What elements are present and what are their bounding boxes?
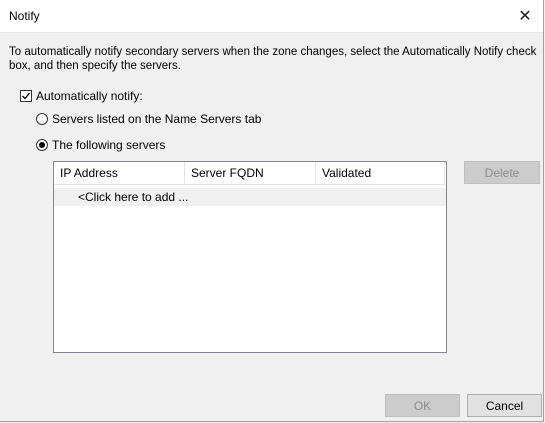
auto-notify-checkbox[interactable] xyxy=(20,90,32,102)
checkmark-icon xyxy=(22,92,31,100)
close-button[interactable]: ✕ xyxy=(507,0,543,32)
radio-button[interactable] xyxy=(36,113,48,125)
ok-button[interactable]: OK xyxy=(385,394,460,417)
auto-notify-label: Automatically notify: xyxy=(36,89,143,103)
column-header-validated[interactable]: Validated xyxy=(316,162,445,184)
notify-dialog: Notify ✕ To automatically notify seconda… xyxy=(0,0,544,422)
window-title: Notify xyxy=(9,9,40,23)
add-server-row[interactable]: <Click here to add ... xyxy=(54,188,446,206)
radio-name-servers-tab[interactable]: Servers listed on the Name Servers tab xyxy=(36,112,261,126)
column-header-ip-address[interactable]: IP Address xyxy=(54,162,185,184)
description-text: To automatically notify secondary server… xyxy=(9,46,537,72)
delete-button[interactable]: Delete xyxy=(464,161,540,184)
column-header-server-fqdn[interactable]: Server FQDN xyxy=(185,162,316,184)
radio-label: Servers listed on the Name Servers tab xyxy=(52,112,262,126)
radio-following-servers[interactable]: The following servers xyxy=(36,138,165,152)
radio-label: The following servers xyxy=(52,138,166,152)
close-icon: ✕ xyxy=(518,8,532,25)
auto-notify-checkbox-row[interactable]: Automatically notify: xyxy=(20,89,143,103)
radio-button[interactable] xyxy=(36,139,48,151)
title-bar: Notify ✕ xyxy=(0,0,543,33)
list-header: IP Address Server FQDN Validated xyxy=(54,162,446,185)
server-list[interactable]: IP Address Server FQDN Validated <Click … xyxy=(53,161,447,353)
cancel-button[interactable]: Cancel xyxy=(467,394,542,417)
